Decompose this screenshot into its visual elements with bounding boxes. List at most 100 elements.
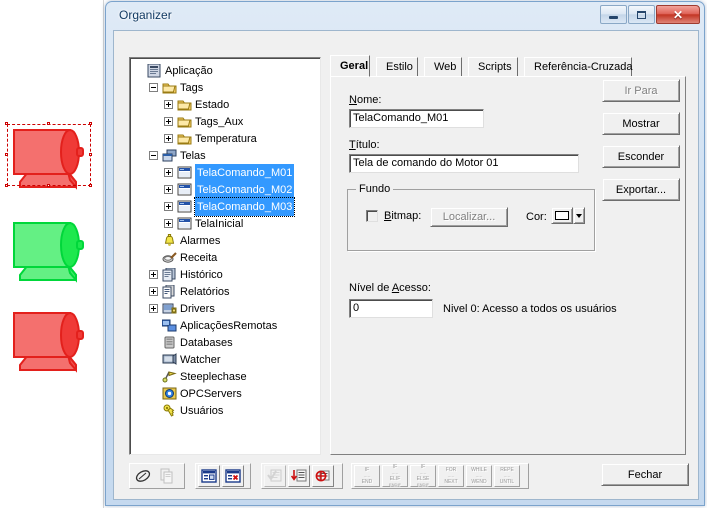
tree-item-telas[interactable]: Telas — [130, 147, 320, 165]
nome-label: Nome: — [349, 94, 382, 106]
tree-expand-icon[interactable] — [149, 304, 158, 313]
localizar-button[interactable]: Localizar... — [430, 207, 508, 227]
esconder-button[interactable]: Esconder — [602, 145, 680, 168]
remove-row-icon[interactable] — [312, 465, 334, 487]
cor-picker[interactable] — [551, 207, 585, 224]
tree-item-steeplechase[interactable]: Steeplechase — [130, 368, 320, 386]
tree-item-aplica-esremotas[interactable]: AplicaçõesRemotas — [130, 317, 320, 335]
fechar-button[interactable]: Fechar — [601, 463, 689, 486]
tree-expand-icon[interactable] — [164, 168, 173, 177]
key-icon — [162, 404, 178, 418]
tab-web[interactable]: Web — [424, 57, 462, 77]
nome-input[interactable]: TelaComando_M01 — [349, 109, 484, 128]
check-syntax-icon[interactable] — [264, 465, 286, 487]
tree-collapse-icon[interactable] — [149, 151, 158, 160]
selection-handle[interactable] — [5, 153, 8, 156]
tree-item-receita[interactable]: Receita — [130, 249, 320, 267]
tab-geral[interactable]: Geral — [330, 55, 370, 77]
tree-collapse-icon[interactable] — [149, 83, 158, 92]
close-button[interactable]: ✕ — [656, 5, 700, 24]
tree-item-hist-rico[interactable]: Histórico — [130, 266, 320, 284]
tab-strip[interactable]: Geral Estilo Web Scripts Referência-Cruzada — [330, 55, 686, 77]
titulo-input[interactable]: Tela de comando do Motor 01 — [349, 154, 579, 173]
project-tree[interactable]: Aplicação Tags Estado Tags_Aux Temperatura Te… — [129, 57, 321, 455]
tree-item-drivers[interactable]: Drivers — [130, 300, 320, 318]
tab-estilo[interactable]: Estilo — [376, 57, 418, 77]
screen-icon — [177, 183, 193, 197]
exportar-button[interactable]: Exportar... — [602, 178, 680, 201]
selection-handle[interactable] — [5, 122, 8, 125]
selection-handle[interactable] — [89, 184, 92, 187]
bitmap-checkbox[interactable] — [366, 210, 378, 222]
titulo-label-rest: ítulo: — [355, 139, 380, 151]
nivel-acesso-input[interactable]: 0 — [349, 299, 433, 318]
minimize-button[interactable] — [600, 5, 627, 24]
copy-icon[interactable] — [156, 465, 178, 487]
motor-shape-green[interactable] — [6, 215, 92, 287]
code-block-if-elif-button[interactable]: IF..... ELIF ENDIF — [382, 464, 408, 487]
code-block-repe-until-button[interactable]: REPE..... UNTIL — [494, 465, 520, 487]
maximize-button[interactable] — [628, 5, 655, 24]
code-block-for-next-button[interactable]: FOR..... NEXT — [438, 465, 464, 487]
cor-swatch-button[interactable] — [551, 207, 573, 224]
selection-handle[interactable] — [47, 122, 50, 125]
tree-item-tags[interactable]: Tags — [130, 79, 320, 97]
tree-item-temperatura[interactable]: Temperatura — [130, 130, 320, 148]
tree-item-aplica-o[interactable]: Aplicação — [130, 62, 320, 80]
tree-item-label: Aplicação — [165, 65, 213, 77]
tree-item-tags-aux[interactable]: Tags_Aux — [130, 113, 320, 131]
tree-item-telainicial[interactable]: TelaInicial — [130, 215, 320, 233]
remote-apps-icon — [161, 319, 178, 333]
tree-item-telacomando-m03[interactable]: TelaComando_M03 — [130, 197, 320, 217]
tree-item-estado[interactable]: Estado — [130, 96, 320, 114]
tree-expand-icon[interactable] — [149, 287, 158, 296]
tree-item-opcservers[interactable]: OPCServers — [130, 385, 320, 403]
edit-pencil-icon[interactable] — [132, 465, 154, 487]
tree-item-databases[interactable]: Databases — [130, 334, 320, 352]
tree-item-telacomando-m01[interactable]: TelaComando_M01 — [130, 164, 320, 182]
tree-expand-icon[interactable] — [164, 219, 173, 228]
motor-shape-red[interactable] — [6, 305, 92, 377]
cor-dropdown-button[interactable] — [573, 207, 585, 224]
mostrar-button[interactable]: Mostrar — [602, 112, 680, 135]
screens-icon — [162, 149, 178, 163]
tree-item-label: Drivers — [180, 303, 215, 315]
selection-handle[interactable] — [89, 153, 92, 156]
tree-item-watcher[interactable]: Watcher — [130, 351, 320, 369]
tree-item-telacomando-m02[interactable]: TelaComando_M02 — [130, 181, 320, 199]
insert-row-icon[interactable] — [288, 465, 310, 487]
tree-item-label: Watcher — [180, 354, 221, 366]
folder-icon — [177, 132, 193, 146]
selection-handle[interactable] — [89, 122, 92, 125]
tree-item-usu-rios[interactable]: Usuários — [130, 402, 320, 420]
dialog-client-area: Aplicação Tags Estado Tags_Aux Temperatura Te… — [113, 30, 699, 500]
new-record-icon[interactable] — [198, 465, 220, 487]
tab-refer-ncia-cruzada[interactable]: Referência-Cruzada — [524, 57, 632, 77]
tree-expand-icon[interactable] — [164, 185, 173, 194]
nivel-acesso-hint: Nivel 0: Acesso a todos os usuários — [443, 303, 617, 315]
tree-item-relat-rios[interactable]: Relatórios — [130, 283, 320, 301]
close-icon: ✕ — [672, 7, 684, 22]
tree-expand-icon[interactable] — [164, 202, 173, 211]
motor-shape-red-selected[interactable] — [5, 122, 92, 194]
minimize-icon — [601, 6, 626, 23]
selection-handle[interactable] — [47, 184, 50, 187]
code-block-if-else-button[interactable]: IF..... ELSE ENDIF — [410, 464, 436, 487]
tree-item-label: Databases — [180, 337, 233, 349]
tree-expand-icon[interactable] — [164, 117, 173, 126]
tab-scripts[interactable]: Scripts — [468, 57, 518, 77]
tree-item-label: AplicaçõesRemotas — [180, 320, 278, 332]
tree-item-label: TelaComando_M02 — [195, 181, 295, 199]
tree-item-label: Alarmes — [180, 235, 221, 247]
tree-item-alarmes[interactable]: Alarmes — [130, 232, 320, 250]
code-block-if-end-button[interactable]: IF..... END — [354, 465, 380, 487]
tree-expand-icon[interactable] — [164, 100, 173, 109]
tree-expand-icon[interactable] — [149, 270, 158, 279]
code-block-while-wend-button[interactable]: WHILE..... WEND — [466, 465, 492, 487]
tree-item-label: Tags_Aux — [195, 116, 244, 128]
ir-para-button[interactable]: Ir Para — [602, 79, 680, 102]
delete-record-icon[interactable] — [222, 465, 244, 487]
title-bar[interactable]: Organizer ✕ — [106, 2, 704, 30]
selection-handle[interactable] — [5, 184, 8, 187]
tree-expand-icon[interactable] — [164, 134, 173, 143]
